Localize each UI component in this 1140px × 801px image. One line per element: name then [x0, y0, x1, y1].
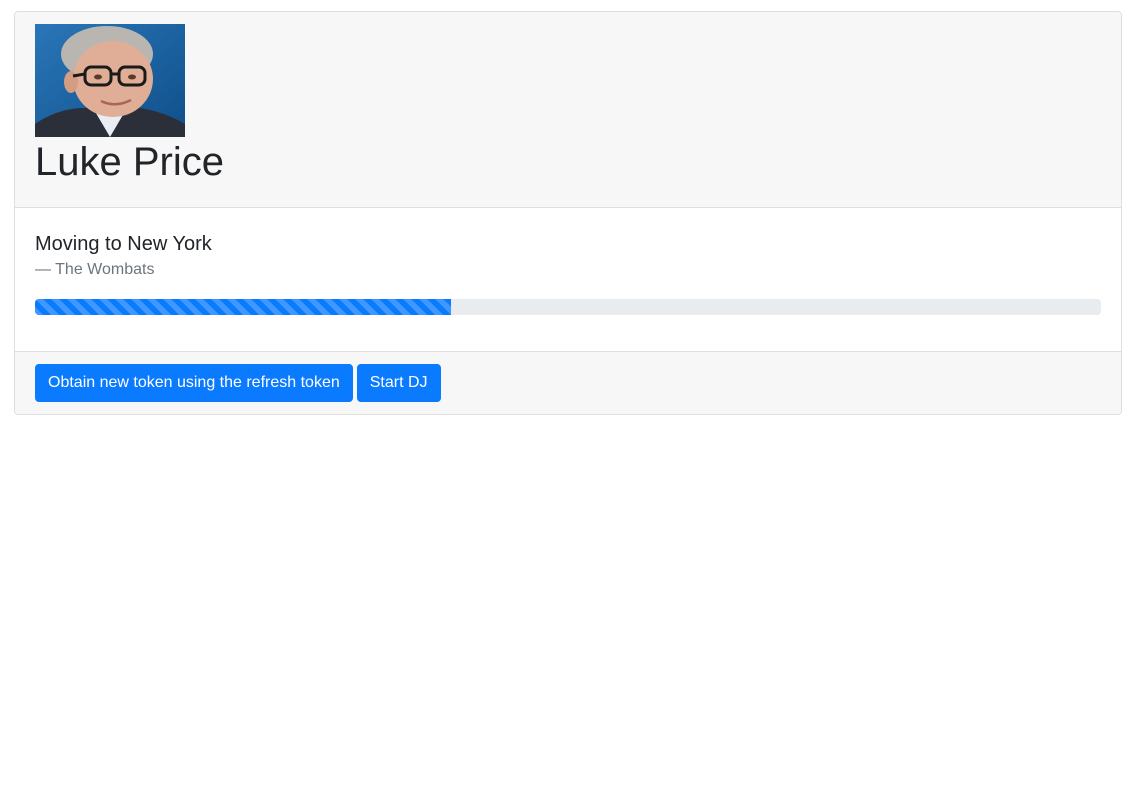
track-title: Moving to New York [35, 233, 212, 255]
avatar [35, 24, 185, 137]
user-name: Luke Price [35, 140, 224, 184]
card-footer: Obtain new token using the refresh token… [15, 351, 1121, 414]
card-header: Luke Price [15, 12, 1121, 208]
refresh-token-button[interactable]: Obtain new token using the refresh token [35, 364, 353, 402]
start-dj-button[interactable]: Start DJ [356, 364, 441, 402]
track-progress [35, 299, 1101, 315]
avatar-image [35, 24, 185, 137]
user-card: Luke Price Moving to New York — The Womb… [14, 11, 1122, 415]
track-progress-bar [35, 299, 451, 315]
track-artist: — The Wombats [35, 261, 155, 278]
now-playing: Moving to New York — The Wombats [15, 208, 1121, 351]
